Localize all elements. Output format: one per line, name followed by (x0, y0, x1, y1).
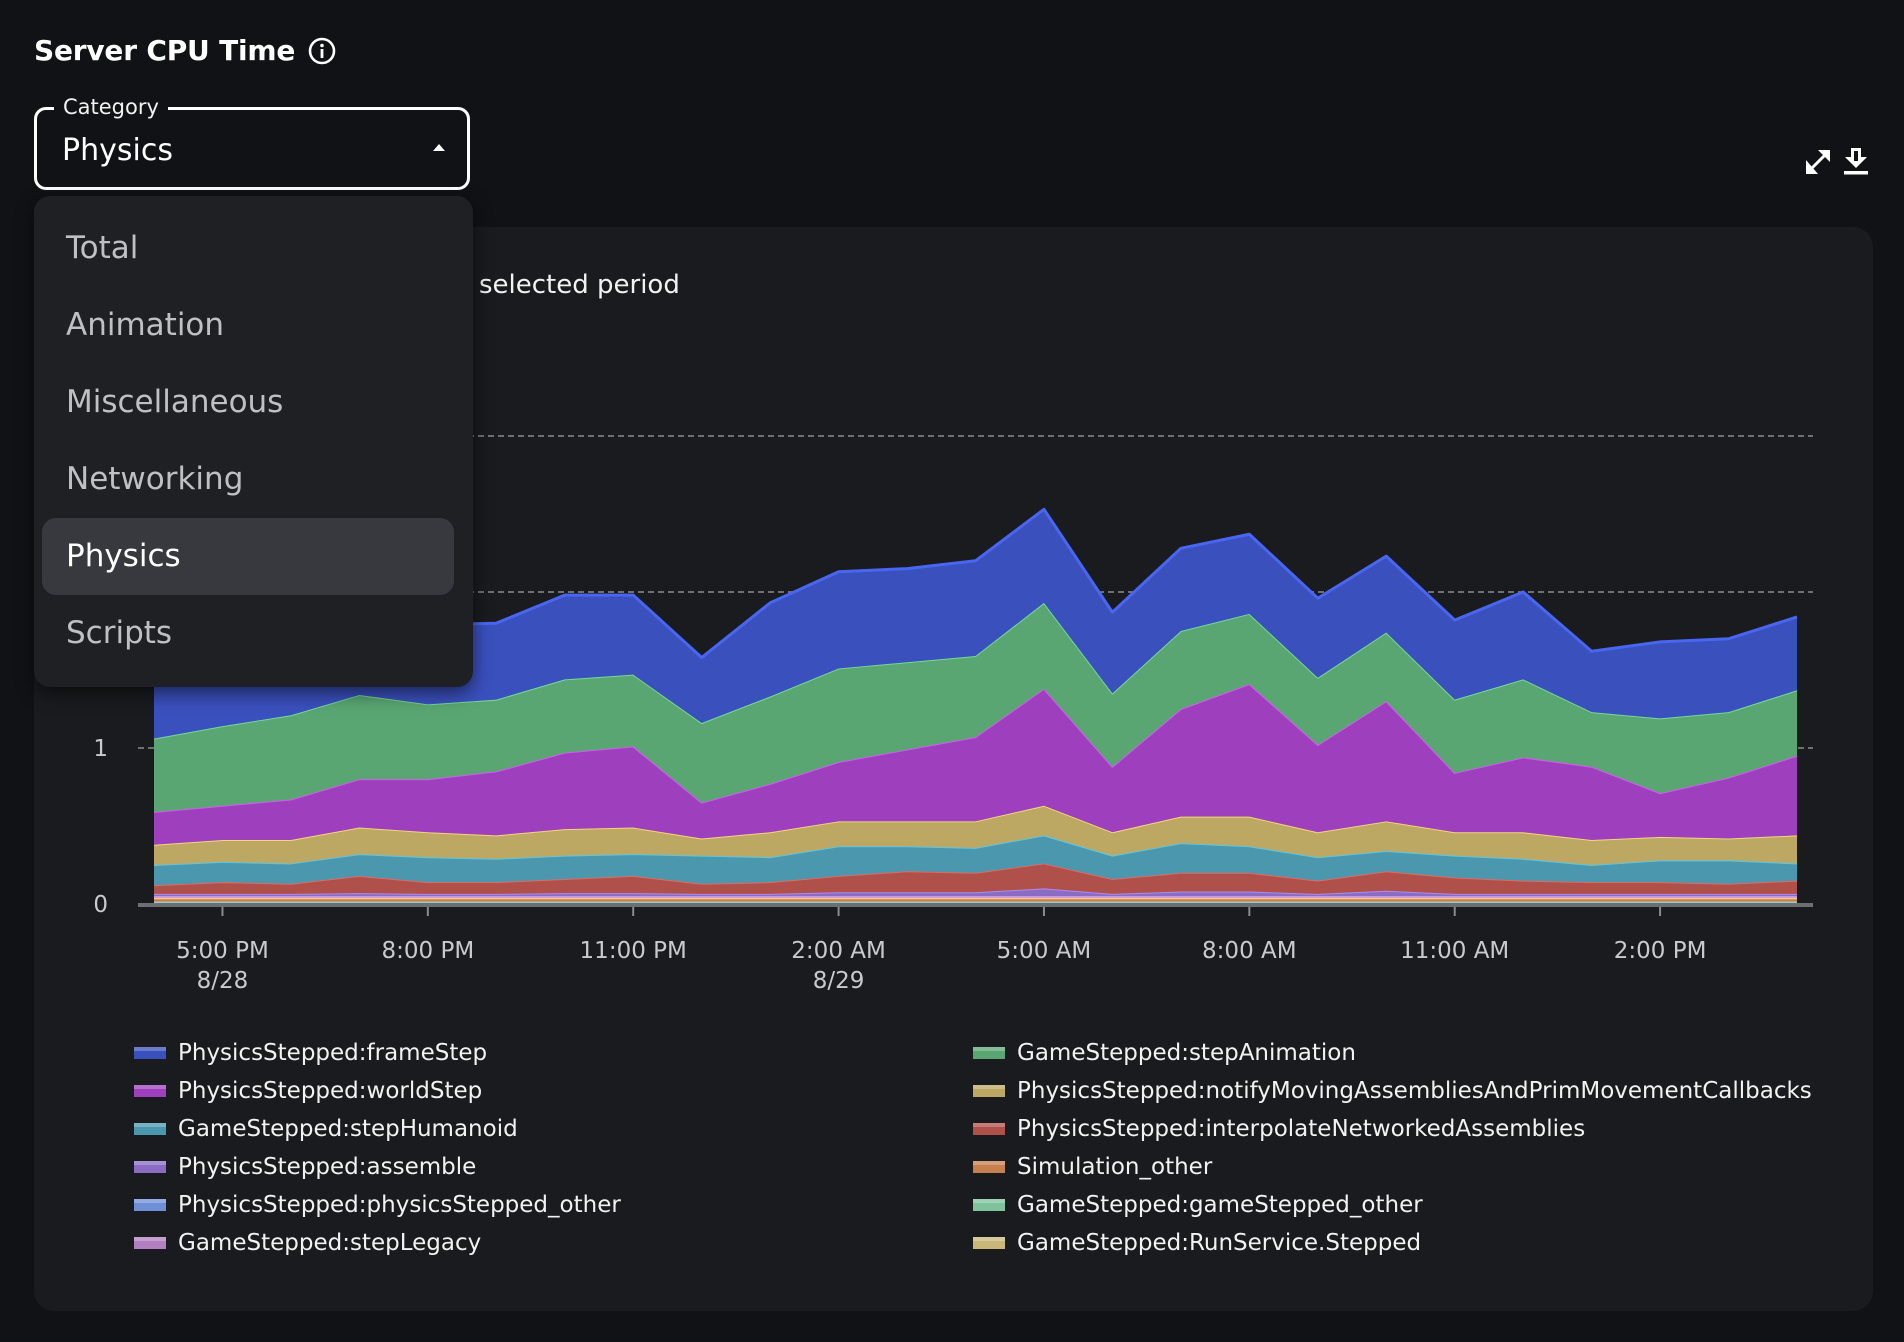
legend-label: GameStepped:stepAnimation (1017, 1040, 1356, 1066)
legend-swatch (134, 1047, 166, 1059)
legend-label: PhysicsStepped:worldStep (178, 1078, 483, 1104)
legend-label: PhysicsStepped:notifyMovingAssembliesAnd… (1017, 1078, 1812, 1104)
legend-swatch (973, 1047, 1005, 1059)
legend-item[interactable]: GameStepped:RunService.Stepped (973, 1228, 1421, 1258)
x-tick-label: 11:00 PM (580, 938, 687, 964)
x-tick-label: 2:00 PM (1614, 938, 1707, 964)
legend-label: PhysicsStepped:frameStep (178, 1040, 488, 1066)
legend-swatch (134, 1161, 166, 1173)
x-tick-date-label: 8/29 (813, 968, 865, 994)
legend-item[interactable]: PhysicsStepped:worldStep (134, 1076, 482, 1106)
legend-label: Simulation_other (1017, 1154, 1213, 1180)
x-tick-date-label: 8/28 (197, 968, 249, 994)
legend-swatch (134, 1123, 166, 1135)
legend-swatch (973, 1123, 1005, 1135)
legend-item[interactable]: GameStepped:stepHumanoid (134, 1114, 518, 1144)
x-tick-label: 2:00 AM (791, 938, 886, 964)
legend-label: GameStepped:RunService.Stepped (1017, 1230, 1422, 1256)
legend-swatch (134, 1085, 166, 1097)
x-tick-label: 5:00 PM (176, 938, 269, 964)
legend-item[interactable]: GameStepped:stepAnimation (973, 1038, 1356, 1068)
legend-item[interactable]: PhysicsStepped:physicsStepped_other (134, 1190, 621, 1220)
dropdown-option-miscellaneous[interactable]: Miscellaneous (42, 364, 454, 441)
dropdown-option-physics[interactable]: Physics (42, 518, 454, 595)
legend-swatch (134, 1199, 166, 1211)
x-tick-label: 11:00 AM (1400, 938, 1509, 964)
legend-item[interactable]: PhysicsStepped:interpolateNetworkedAssem… (973, 1114, 1585, 1144)
legend-swatch (973, 1161, 1005, 1173)
legend-label: PhysicsStepped:interpolateNetworkedAssem… (1017, 1116, 1586, 1142)
legend-label: GameStepped:stepLegacy (178, 1230, 482, 1256)
x-axis: 5:00 PM 8/28 8:00 PM 11:00 PM 2:00 AM 8/29 5:0… (138, 903, 1813, 994)
legend-swatch (973, 1085, 1005, 1097)
y-tick-label: 1 (93, 736, 108, 762)
legend-item[interactable]: PhysicsStepped:frameStep (134, 1038, 487, 1068)
dropdown-option-animation[interactable]: Animation (42, 287, 454, 364)
legend-item[interactable]: GameStepped:gameStepped_other (973, 1190, 1423, 1220)
legend-label: PhysicsStepped:assemble (178, 1154, 477, 1180)
legend-item[interactable]: PhysicsStepped:assemble (134, 1152, 476, 1182)
y-tick-label: 0 (93, 892, 108, 918)
x-tick-label: 5:00 AM (997, 938, 1092, 964)
legend-item[interactable]: PhysicsStepped:notifyMovingAssembliesAnd… (973, 1076, 1812, 1106)
legend-label: PhysicsStepped:physicsStepped_other (178, 1192, 621, 1218)
legend-swatch (973, 1237, 1005, 1249)
legend-label: GameStepped:stepHumanoid (178, 1116, 518, 1142)
legend-item[interactable]: Simulation_other (973, 1152, 1212, 1182)
dropdown-option-networking[interactable]: Networking (42, 441, 454, 518)
legend-swatch (134, 1237, 166, 1249)
dropdown-option-total[interactable]: Total (42, 210, 454, 287)
legend-item[interactable]: GameStepped:stepLegacy (134, 1228, 481, 1258)
x-tick-label: 8:00 PM (381, 938, 474, 964)
legend-swatch (973, 1199, 1005, 1211)
x-tick-label: 8:00 AM (1202, 938, 1297, 964)
dropdown-option-scripts[interactable]: Scripts (42, 595, 454, 672)
category-dropdown-menu: Total Animation Miscellaneous Networking Phy… (34, 196, 473, 687)
legend-label: GameStepped:gameStepped_other (1017, 1192, 1423, 1218)
